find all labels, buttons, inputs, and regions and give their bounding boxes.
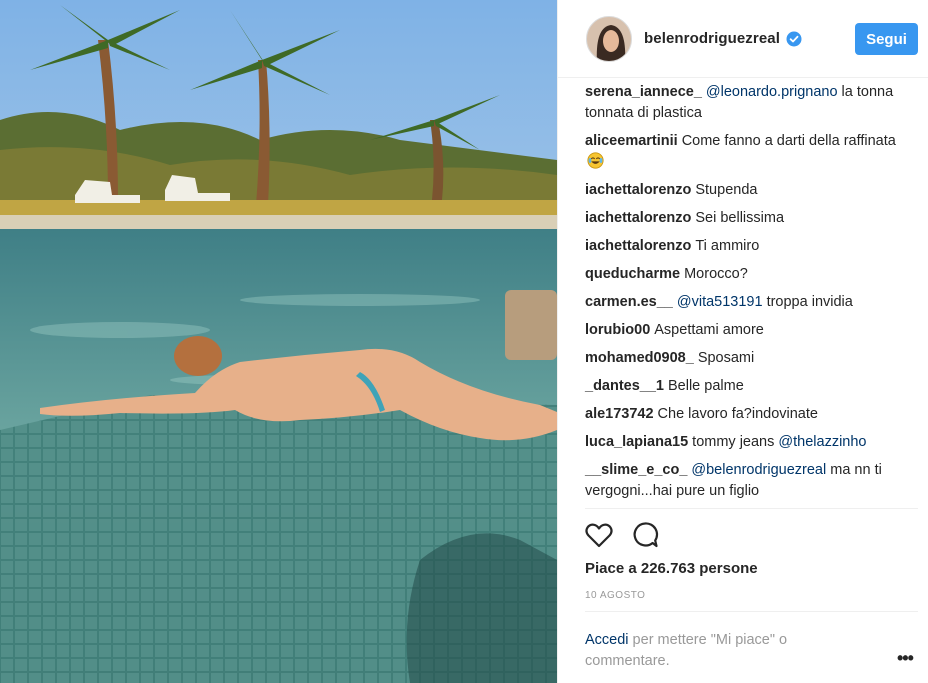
more-options-icon[interactable]: ••• — [897, 648, 914, 669]
comment-mention[interactable]: @vita513191 — [677, 294, 763, 310]
comment-item: luca_lapiana15 tommy jeans @thelazzinho — [585, 432, 905, 453]
verified-badge-icon — [786, 31, 802, 47]
comment-text: Sposami — [697, 350, 755, 366]
comment-username[interactable]: iachettalorenzo — [585, 238, 691, 254]
comment-item: serena_iannece_ @leonardo.prignano la ton… — [585, 82, 905, 124]
post-side-panel: belenrodriguezreal Segui serena_iannece_… — [557, 0, 928, 683]
comment-item: queducharme Morocco? — [585, 264, 905, 285]
likes-count[interactable]: Piace a 226.763 persone — [585, 560, 758, 577]
comment-item: iachettalorenzo Stupenda — [585, 180, 905, 201]
comment-text: Belle palme — [668, 378, 744, 394]
heart-icon[interactable] — [584, 520, 614, 550]
comment-item: iachettalorenzo Ti ammiro — [585, 236, 905, 257]
login-link[interactable]: Accedi — [585, 632, 629, 648]
comment-item: mohamed0908_ Sposami — [585, 348, 905, 369]
comment-text: Sei bellissima — [695, 210, 785, 226]
comment-username[interactable]: carmen.es__ — [585, 294, 673, 310]
comment-text: Morocco? — [684, 266, 748, 282]
post-photo[interactable] — [0, 0, 557, 683]
comment-text: tommy jeans — [692, 434, 779, 450]
crying-laughing-emoji-icon — [587, 152, 604, 169]
comment-text: Come fanno a darti della raffinata — [681, 133, 896, 149]
username[interactable]: belenrodriguezreal — [644, 30, 780, 47]
comment-item: __slime_e_co_ @belenrodriguezreal ma nn t… — [585, 460, 905, 502]
comment-username[interactable]: aliceemartinii — [585, 133, 678, 149]
comment-text: Aspettami amore — [654, 322, 764, 338]
comment-item: lorubio00 Aspettami amore — [585, 320, 905, 341]
divider — [585, 508, 918, 509]
comment-username[interactable]: iachettalorenzo — [585, 210, 691, 226]
comment-mention[interactable]: @leonardo.prignano — [706, 84, 838, 100]
comment-username[interactable]: lorubio00 — [585, 322, 650, 338]
comments-list: serena_iannece_ @leonardo.prignano la ton… — [585, 82, 905, 509]
comment-item: aliceemartinii Come fanno a darti della r… — [585, 131, 905, 173]
avatar[interactable] — [586, 16, 632, 62]
follow-button[interactable]: Segui — [855, 23, 918, 55]
comment-username[interactable]: _dantes__1 — [585, 378, 664, 394]
avatar-image — [587, 17, 631, 61]
comment-username[interactable]: iachettalorenzo — [585, 182, 691, 198]
comment-username[interactable]: ale173742 — [585, 406, 654, 422]
comment-item: carmen.es__ @vita513191 troppa invidia — [585, 292, 905, 313]
post-date: 10 AGOSTO — [585, 590, 646, 601]
login-prompt: Accedi per mettere "Mi piace" o commenta… — [585, 630, 835, 672]
comment-mention[interactable]: @belenrodriguezreal — [691, 462, 826, 478]
pool-photo-illustration — [0, 0, 557, 683]
comment-mention[interactable]: @thelazzinho — [778, 434, 866, 450]
divider — [585, 611, 918, 612]
comment-username[interactable]: luca_lapiana15 — [585, 434, 688, 450]
comment-username[interactable]: queducharme — [585, 266, 680, 282]
comment-text: troppa invidia — [762, 294, 853, 310]
comment-text: Che lavoro fa?indovinate — [657, 406, 818, 422]
comment-text: Stupenda — [695, 182, 758, 198]
comment-item: iachettalorenzo Sei bellissima — [585, 208, 905, 229]
comment-username[interactable]: serena_iannece_ — [585, 84, 702, 100]
post-header: belenrodriguezreal Segui — [558, 0, 928, 78]
comment-item: _dantes__1 Belle palme — [585, 376, 905, 397]
comment-bubble-icon[interactable] — [630, 520, 660, 550]
comment-username[interactable]: mohamed0908_ — [585, 350, 694, 366]
comment-username[interactable]: __slime_e_co_ — [585, 462, 687, 478]
comment-item: ale173742 Che lavoro fa?indovinate — [585, 404, 905, 425]
comment-text: Ti ammiro — [695, 238, 760, 254]
